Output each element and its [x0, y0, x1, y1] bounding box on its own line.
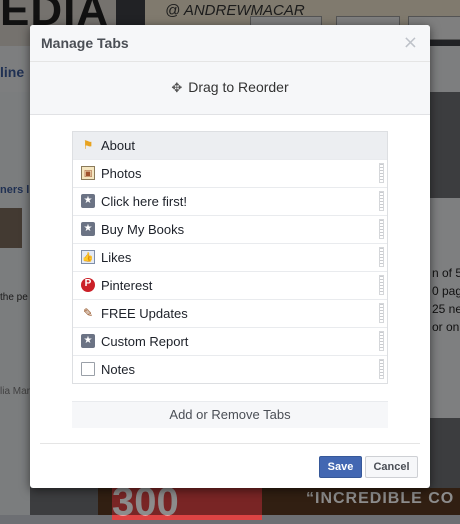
- drag-handle[interactable]: [379, 359, 384, 379]
- reorder-hint-bar: ✥ Drag to Reorder: [30, 62, 430, 115]
- tab-row[interactable]: ▣ Photos: [73, 160, 387, 188]
- tab-label: FREE Updates: [101, 306, 188, 321]
- drag-handle[interactable]: [379, 219, 384, 239]
- notes-icon: [81, 362, 95, 376]
- drag-handle[interactable]: [379, 247, 384, 267]
- reorder-label: Drag to Reorder: [188, 79, 289, 95]
- footer-divider: [40, 443, 420, 444]
- photos-icon: ▣: [81, 166, 95, 180]
- drag-handle[interactable]: [379, 275, 384, 295]
- tab-label: Buy My Books: [101, 222, 185, 237]
- tab-label: Pinterest: [101, 278, 153, 293]
- manage-tabs-dialog: Manage Tabs × ✥ Drag to Reorder ⚑ About ▣ Ph…: [30, 25, 430, 488]
- tab-row[interactable]: Notes: [73, 356, 387, 383]
- drag-handle[interactable]: [379, 163, 384, 183]
- drag-handle[interactable]: [379, 303, 384, 323]
- move-icon: ✥: [171, 81, 183, 96]
- tab-row[interactable]: P Pinterest: [73, 272, 387, 300]
- tab-row[interactable]: ★ Custom Report: [73, 328, 387, 356]
- tab-label: Notes: [101, 362, 135, 377]
- tab-list: ⚑ About ▣ Photos ★ Click here first! ★ Buy My B…: [72, 131, 388, 384]
- tab-row[interactable]: ★ Buy My Books: [73, 216, 387, 244]
- drag-handle[interactable]: [379, 191, 384, 211]
- add-remove-tabs-button[interactable]: Add or Remove Tabs: [72, 401, 388, 428]
- star-icon: ★: [81, 334, 95, 348]
- tab-row[interactable]: 👍 Likes: [73, 244, 387, 272]
- tab-label: Likes: [101, 250, 132, 265]
- tab-row[interactable]: ✎ FREE Updates: [73, 300, 387, 328]
- tab-row[interactable]: ⚑ About: [73, 132, 387, 160]
- save-button[interactable]: Save: [319, 456, 362, 478]
- tab-row[interactable]: ★ Click here first!: [73, 188, 387, 216]
- tab-label: About: [101, 138, 135, 153]
- star-icon: ★: [81, 194, 95, 208]
- drag-handle[interactable]: [379, 331, 384, 351]
- flag-icon: ⚑: [82, 138, 94, 152]
- like-icon: 👍: [81, 250, 95, 264]
- close-icon[interactable]: ×: [403, 34, 418, 52]
- dialog-header: Manage Tabs ×: [30, 25, 430, 62]
- free-updates-icon: ✎: [82, 306, 94, 320]
- cancel-button[interactable]: Cancel: [365, 456, 418, 478]
- tab-label: Custom Report: [101, 334, 189, 349]
- pinterest-icon: P: [81, 278, 95, 292]
- reorder-hint: ✥ Drag to Reorder: [171, 79, 288, 96]
- dialog-title: Manage Tabs: [41, 35, 129, 51]
- star-icon: ★: [81, 222, 95, 236]
- tab-label: Photos: [101, 166, 142, 181]
- tab-label: Click here first!: [101, 194, 187, 209]
